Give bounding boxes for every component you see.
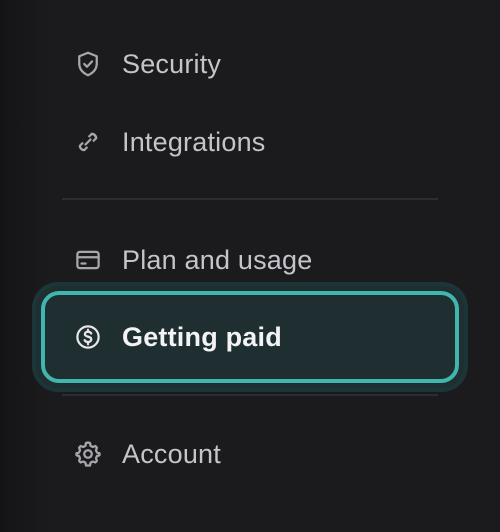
gear-icon [72, 438, 104, 470]
sidebar-item-label: Account [122, 438, 221, 469]
sidebar-item-label: Security [122, 48, 222, 79]
sidebar-item-label: Plan and usage [122, 244, 313, 275]
sidebar-item-account[interactable]: Account [60, 426, 440, 482]
section-divider [62, 198, 438, 200]
sidebar-item-label: Integrations [122, 126, 266, 157]
settings-sidebar: Security Integrations Plan and usage Get… [0, 0, 500, 532]
link-icon [72, 126, 104, 158]
credit-card-icon [72, 244, 104, 276]
sidebar-item-security[interactable]: Security [60, 36, 440, 92]
sidebar-item-label: Getting paid [122, 321, 282, 352]
section-divider [62, 394, 438, 396]
sidebar-item-integrations[interactable]: Integrations [60, 114, 440, 170]
sidebar-item-plan-and-usage[interactable]: Plan and usage [60, 232, 440, 288]
dollar-circle-icon [72, 321, 104, 353]
shield-check-icon [72, 48, 104, 80]
sidebar-item-getting-paid[interactable]: Getting paid [36, 286, 464, 388]
